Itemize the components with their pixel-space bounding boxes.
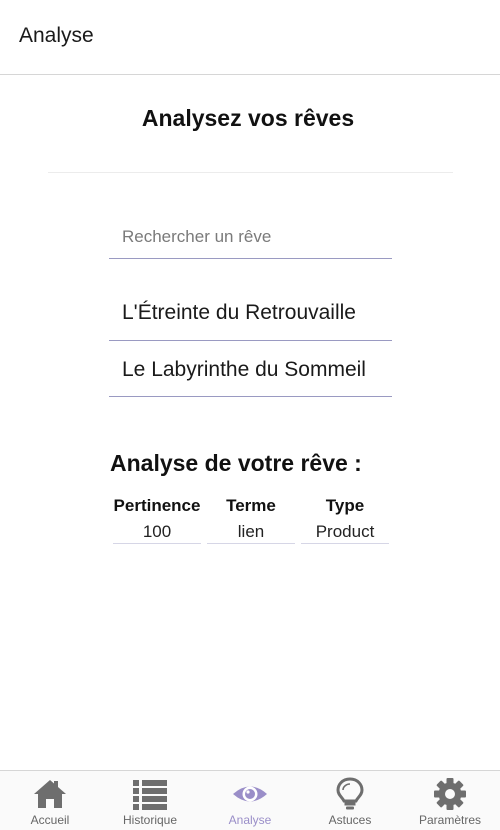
list-icon [133,780,167,810]
page-title: Analysez vos rêves [141,105,355,131]
table-header-row: Pertinence Terme Type [113,494,389,522]
nav-label-historique: Historique [122,813,178,827]
nav-label-astuces: Astuces [328,813,372,827]
column-header-terme: Terme [226,496,276,515]
nav-item-astuces[interactable]: Astuces [300,771,400,830]
nav-item-parametres[interactable]: Paramètres [400,771,500,830]
nav-label-parametres: Paramètres [418,813,482,827]
column-header-pertinence: Pertinence [113,496,201,515]
nav-item-accueil[interactable]: Accueil [0,771,100,830]
dream-list-item[interactable]: L'Étreinte du Retrouvaille [109,286,392,341]
home-icon [34,780,66,808]
search-field [109,218,392,259]
cell-terme: lien [207,522,295,544]
gear-icon [434,778,466,810]
cell-type: Product [301,522,389,544]
cell-pertinence: 100 [113,522,201,544]
analysis-title: Analyse de votre rêve : [110,450,362,476]
analysis-table: Pertinence Terme Type 100 lien Product [107,494,395,544]
dream-list: L'Étreinte du Retrouvaille Le Labyrinthe… [109,286,392,397]
divider [48,172,453,173]
header-title: Analyse [19,24,94,47]
table-row: 100 lien Product [113,522,389,544]
lightbulb-icon [336,777,364,810]
bottom-nav: Accueil Historique Analyse Astuces Param… [0,770,500,830]
nav-label-accueil: Accueil [30,813,70,827]
nav-item-analyse[interactable]: Analyse [200,771,300,830]
column-header-type: Type [325,496,365,515]
nav-label-analyse: Analyse [228,813,272,827]
search-input[interactable] [109,218,392,256]
app-header: Analyse [0,0,500,75]
eye-icon [233,786,267,802]
dream-list-item[interactable]: Le Labyrinthe du Sommeil [109,341,392,397]
nav-item-historique[interactable]: Historique [100,771,200,830]
